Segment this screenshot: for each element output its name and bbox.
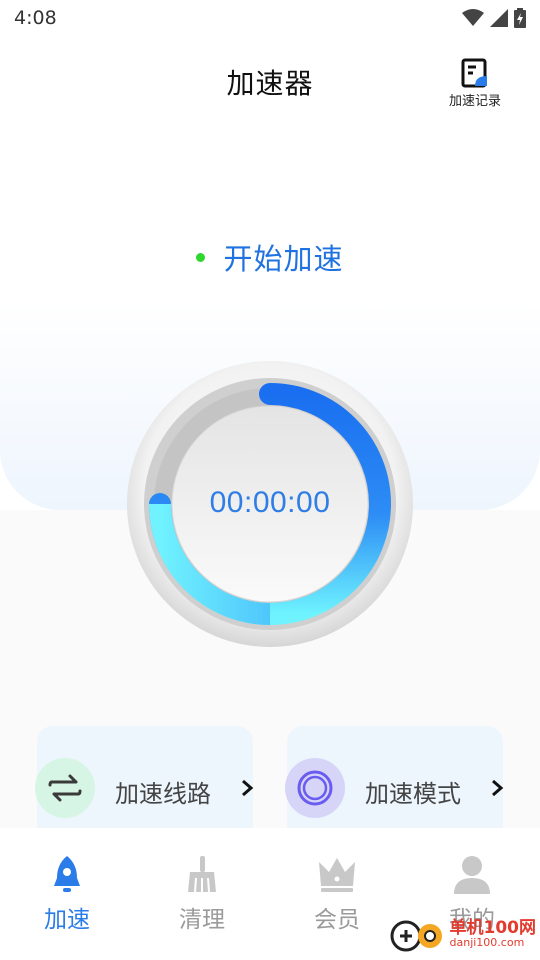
status-time: 4:08 [14,7,57,29]
status-icons [462,8,526,28]
status-bar: 4:08 [0,0,540,38]
chevron-right-icon [492,779,504,797]
start-acceleration[interactable]: 开始加速 [0,236,540,278]
user-icon [454,856,490,894]
watermark-sub: danji100.com [449,936,525,949]
status-dot [196,252,206,262]
route-switch-icon [48,774,82,802]
watermark-text: 单机100网 [449,918,537,938]
watermark: 单机100网 danji100.com [390,916,537,952]
start-label: 开始加速 [223,242,344,276]
wifi-icon [462,9,484,26]
record-icon [461,58,487,88]
watermark-logo-icon [390,920,442,952]
chevron-right-icon [242,779,254,797]
rocket-icon [54,856,80,892]
battery-charging-icon [514,8,526,28]
nav-accelerate[interactable]: 加速 [17,852,117,934]
signal-icon [490,9,508,27]
broom-icon [188,856,216,893]
mode-label: 加速模式 [365,780,461,808]
nav-accelerate-label: 加速 [44,907,90,933]
nav-vip-label: 会员 [314,907,360,933]
mode-card[interactable]: 加速模式 [285,726,504,836]
route-card[interactable]: 加速线路 [35,726,254,836]
mode-ring-icon [297,770,333,806]
history-label: 加速记录 [448,94,501,109]
mode-icon-wrap [285,758,345,818]
history-button[interactable]: 加速记录 [440,58,510,116]
nav-clean[interactable]: 清理 [152,852,252,934]
timer-display: 00:00:00 [209,486,331,519]
crown-icon [319,858,355,892]
acceleration-dial[interactable]: 00:00:00 [126,360,414,648]
route-icon-wrap [35,758,95,818]
nav-clean-label: 清理 [179,907,225,933]
nav-vip[interactable]: 会员 [287,852,387,934]
route-label: 加速线路 [115,780,211,808]
